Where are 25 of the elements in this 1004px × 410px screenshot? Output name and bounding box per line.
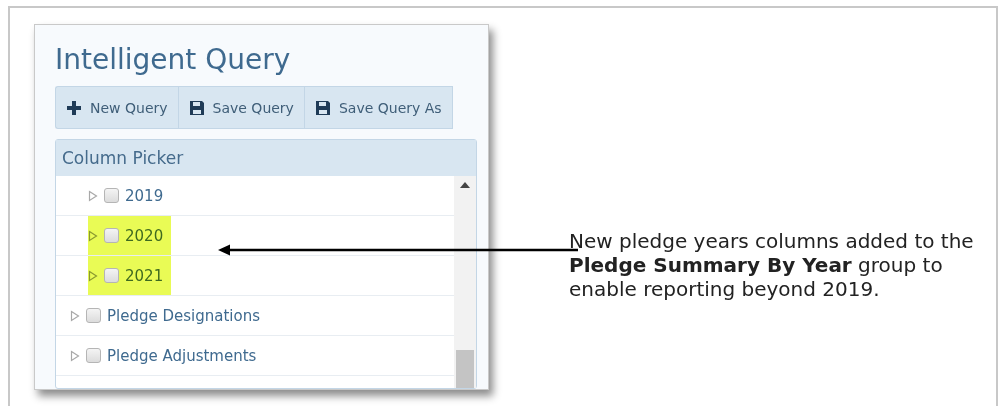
window-title: Intelligent Query xyxy=(55,43,291,76)
scroll-up-icon[interactable] xyxy=(460,182,470,188)
expand-triangle-icon[interactable] xyxy=(70,349,80,362)
expand-triangle-icon[interactable] xyxy=(88,189,98,202)
toolbar-button[interactable]: Save Query xyxy=(178,87,305,128)
highlighted-tree-item[interactable]: 2020 xyxy=(88,216,172,255)
expand-triangle-icon[interactable] xyxy=(88,229,98,242)
checkbox[interactable] xyxy=(86,348,101,363)
checkbox[interactable] xyxy=(104,228,119,243)
checkbox[interactable] xyxy=(86,308,101,323)
expand-triangle-icon[interactable] xyxy=(88,269,98,282)
annotation-text: New pledge years columns added to the Pledge Summary By Year group to enable reporting beyond 2019. xyxy=(569,229,975,303)
toolbar-button[interactable]: Save Query As xyxy=(304,87,453,128)
checkbox[interactable] xyxy=(104,268,119,283)
tree-item[interactable]: Pledge Adjustments xyxy=(70,336,265,375)
panel-title: Column Picker xyxy=(62,148,184,168)
expand-triangle-icon[interactable] xyxy=(70,309,80,322)
tree-item[interactable]: Pledge Designations xyxy=(70,296,268,335)
highlighted-tree-item[interactable]: 2021 xyxy=(88,256,172,295)
scroll-thumb[interactable] xyxy=(456,350,474,388)
checkbox[interactable] xyxy=(104,188,119,203)
tree-item[interactable]: 2019 xyxy=(88,176,172,215)
toolbar-button[interactable]: New Query xyxy=(56,87,179,128)
scrollbar[interactable] xyxy=(454,176,476,388)
plus-icon xyxy=(66,99,82,116)
